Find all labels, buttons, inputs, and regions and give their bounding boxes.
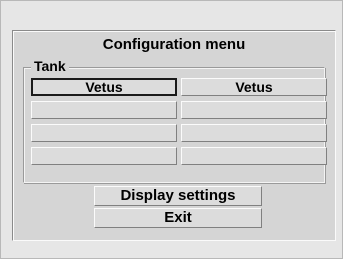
tank-button-2-left[interactable] (31, 101, 177, 119)
screen-background: Configuration menu Tank Vetus Vetus Disp… (0, 0, 343, 259)
page-title: Configuration menu (102, 36, 246, 53)
configuration-menu-panel: Configuration menu Tank Vetus Vetus Disp… (12, 30, 336, 241)
tank-button-4-right[interactable] (181, 147, 327, 165)
exit-button[interactable]: Exit (94, 208, 262, 228)
tank-button-3-left[interactable] (31, 124, 177, 142)
tank-group-label: Tank (31, 57, 69, 75)
display-settings-button[interactable]: Display settings (94, 186, 262, 206)
tank-button-2-right[interactable] (181, 101, 327, 119)
tank-button-1-left[interactable]: Vetus (31, 78, 177, 96)
tank-button-1-right[interactable]: Vetus (181, 78, 327, 96)
tank-button-4-left[interactable] (31, 147, 177, 165)
tank-button-3-right[interactable] (181, 124, 327, 142)
